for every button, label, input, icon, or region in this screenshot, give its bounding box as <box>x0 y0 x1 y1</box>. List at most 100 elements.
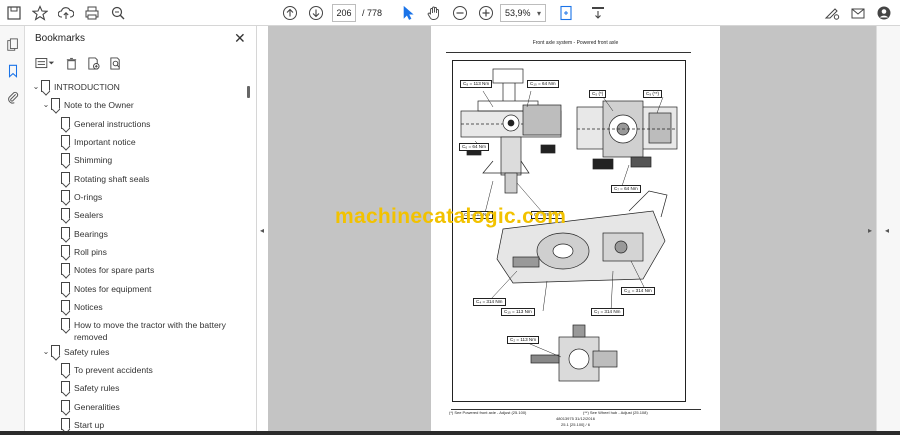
taskbar-edge <box>0 431 900 435</box>
chevron-down-icon[interactable]: ⌄ <box>41 347 51 356</box>
bookmark-options-icon[interactable] <box>33 55 57 71</box>
bookmark-label: Safety rules <box>74 383 120 393</box>
bookmark-item[interactable]: Generalities <box>61 400 120 416</box>
bookmark-item[interactable]: Shimming <box>61 153 112 169</box>
bookmark-item[interactable]: Notes for equipment <box>61 282 151 298</box>
bookmark-item[interactable]: General instructions <box>61 117 150 133</box>
bookmark-item[interactable]: O-rings <box>61 190 102 206</box>
right-rail: ◂ <box>876 26 900 435</box>
bookmark-icon <box>61 263 70 275</box>
bookmark-label: Shimming <box>74 155 113 165</box>
scroll-mode-icon[interactable] <box>588 3 608 23</box>
find-bookmark-icon[interactable] <box>107 55 123 71</box>
chevron-down-icon[interactable]: ⌄ <box>41 100 51 109</box>
bookmark-label: INTRODUCTION <box>54 82 120 92</box>
bookmark-icon <box>61 172 70 184</box>
bookmark-item-note-to-owner[interactable]: ⌄ Note to the Owner <box>41 98 134 114</box>
watermark-text: machinecatalogic.com <box>335 205 567 228</box>
bookmark-icon <box>61 282 70 294</box>
add-bookmark-icon[interactable] <box>85 55 101 71</box>
torque-callout: C₅ (*) <box>589 90 607 98</box>
bookmark-icon <box>61 300 70 312</box>
bookmark-item[interactable]: Notes for spare parts <box>61 263 154 279</box>
bookmark-icon <box>61 418 70 430</box>
bookmark-label: Bearings <box>74 229 108 239</box>
page-number-input[interactable]: 206 <box>332 4 356 22</box>
bookmark-icon <box>41 80 50 92</box>
close-icon[interactable]: ✕ <box>234 30 246 47</box>
bookmark-item[interactable]: Bearings <box>61 227 108 243</box>
torque-callout: C₁₀ = 64 Nm <box>527 80 559 88</box>
bookmark-icon <box>61 227 70 239</box>
bookmark-star-icon[interactable] <box>30 3 50 23</box>
bookmark-icon <box>61 363 70 375</box>
bookmark-icon <box>61 318 70 330</box>
page-header: Front axle system - Powered front axle <box>532 40 619 46</box>
bookmark-label: General instructions <box>74 119 151 129</box>
page-fit-icon[interactable] <box>556 3 576 23</box>
save-icon[interactable] <box>4 3 24 23</box>
zoom-out-icon[interactable] <box>450 3 470 23</box>
attachments-paperclip-icon[interactable] <box>4 88 21 105</box>
bookmark-label: Important notice <box>74 137 136 147</box>
bookmark-icon <box>51 98 60 110</box>
delete-bookmark-icon[interactable] <box>63 55 79 71</box>
page-thumbnails-icon[interactable] <box>4 36 21 53</box>
email-icon[interactable] <box>848 3 868 23</box>
bookmark-label: Notes for equipment <box>74 284 152 294</box>
panel-title: Bookmarks <box>35 33 86 44</box>
select-cursor-icon[interactable] <box>398 3 418 23</box>
bookmark-icon <box>61 190 70 202</box>
previous-page-icon[interactable] <box>280 3 300 23</box>
zoom-level-value: 53,9% <box>505 8 531 18</box>
hand-tool-icon[interactable] <box>424 3 444 23</box>
bookmark-label: Notices <box>74 302 103 312</box>
account-icon[interactable] <box>874 3 894 23</box>
bookmark-item[interactable]: Rotating shaft seals <box>61 172 149 188</box>
bookmark-item-safety-rules[interactable]: ⌄ Safety rules <box>41 345 109 361</box>
bookmark-item[interactable]: Important notice <box>61 135 136 151</box>
bookmark-item[interactable]: Roll pins <box>61 245 107 261</box>
collapse-panel-icon[interactable]: ◂ <box>260 226 264 235</box>
bookmarks-panel: Bookmarks ✕ ⌄ INTRODUCTION ⌄ Note to the… <box>25 26 257 435</box>
bookmark-tools <box>33 54 123 72</box>
bookmark-label: Safety rules <box>64 347 110 357</box>
document-viewport[interactable]: Front axle system - Powered front axle C… <box>268 26 885 435</box>
zoom-in-icon[interactable] <box>476 3 496 23</box>
bookmark-item[interactable]: Notices <box>61 300 103 316</box>
cloud-upload-icon[interactable] <box>56 3 76 23</box>
bookmark-item[interactable]: Safety rules <box>61 381 119 397</box>
technical-drawing: C₈ = 113 Nm C₁₀ = 64 Nm C₅ (*) C₉ (**) C… <box>452 60 686 402</box>
expand-right-panel-icon[interactable]: ◂ <box>885 226 889 235</box>
chevron-down-icon[interactable]: ⌄ <box>31 82 41 91</box>
footer-doc-id: 48013975 31/12/2016 <box>556 416 595 421</box>
bookmark-label: Note to the Owner <box>64 100 134 110</box>
zoom-search-icon[interactable] <box>108 3 128 23</box>
header-rule <box>446 52 691 53</box>
torque-callout: C₇ = 64 Nm <box>611 185 641 193</box>
bookmark-item-introduction[interactable]: ⌄ INTRODUCTION <box>31 80 120 96</box>
bookmark-label: To prevent accidents <box>74 365 153 375</box>
bookmark-icon <box>61 153 70 165</box>
torque-callout: C₆ = 64 Nm <box>459 143 489 151</box>
bookmarks-panel-icon[interactable] <box>4 62 21 79</box>
bookmark-label: Rotating shaft seals <box>74 174 150 184</box>
bookmark-label: How to move the tractor with the battery… <box>74 320 226 342</box>
right-collapse-icon[interactable]: ▸ <box>868 226 872 235</box>
footnote-left: (*) See Powered front axle - Adjust (25.… <box>449 410 527 415</box>
bookmark-item[interactable]: To prevent accidents <box>61 363 153 379</box>
bookmark-label: Notes for spare parts <box>74 265 155 275</box>
torque-callout: C₁₁ = 314 Nm <box>621 287 655 295</box>
bookmark-item[interactable]: How to move the tractor with the battery… <box>61 318 241 344</box>
footer-page-ref: 25.1 [25.100] / 6 <box>561 422 590 427</box>
print-icon[interactable] <box>82 3 102 23</box>
panel-scrollbar-thumb[interactable] <box>247 86 250 98</box>
footnote-right: (**) See Wheel hub - Adjust (25.108) <box>583 410 648 415</box>
next-page-icon[interactable] <box>306 3 326 23</box>
footer-rule <box>451 409 701 410</box>
bookmark-icon <box>61 117 70 129</box>
bookmark-item[interactable]: Sealers <box>61 208 103 224</box>
zoom-level-select[interactable]: 53,9% ▾ <box>500 4 546 22</box>
sign-pen-icon[interactable] <box>822 3 842 23</box>
bookmark-label: Start up <box>74 420 105 430</box>
